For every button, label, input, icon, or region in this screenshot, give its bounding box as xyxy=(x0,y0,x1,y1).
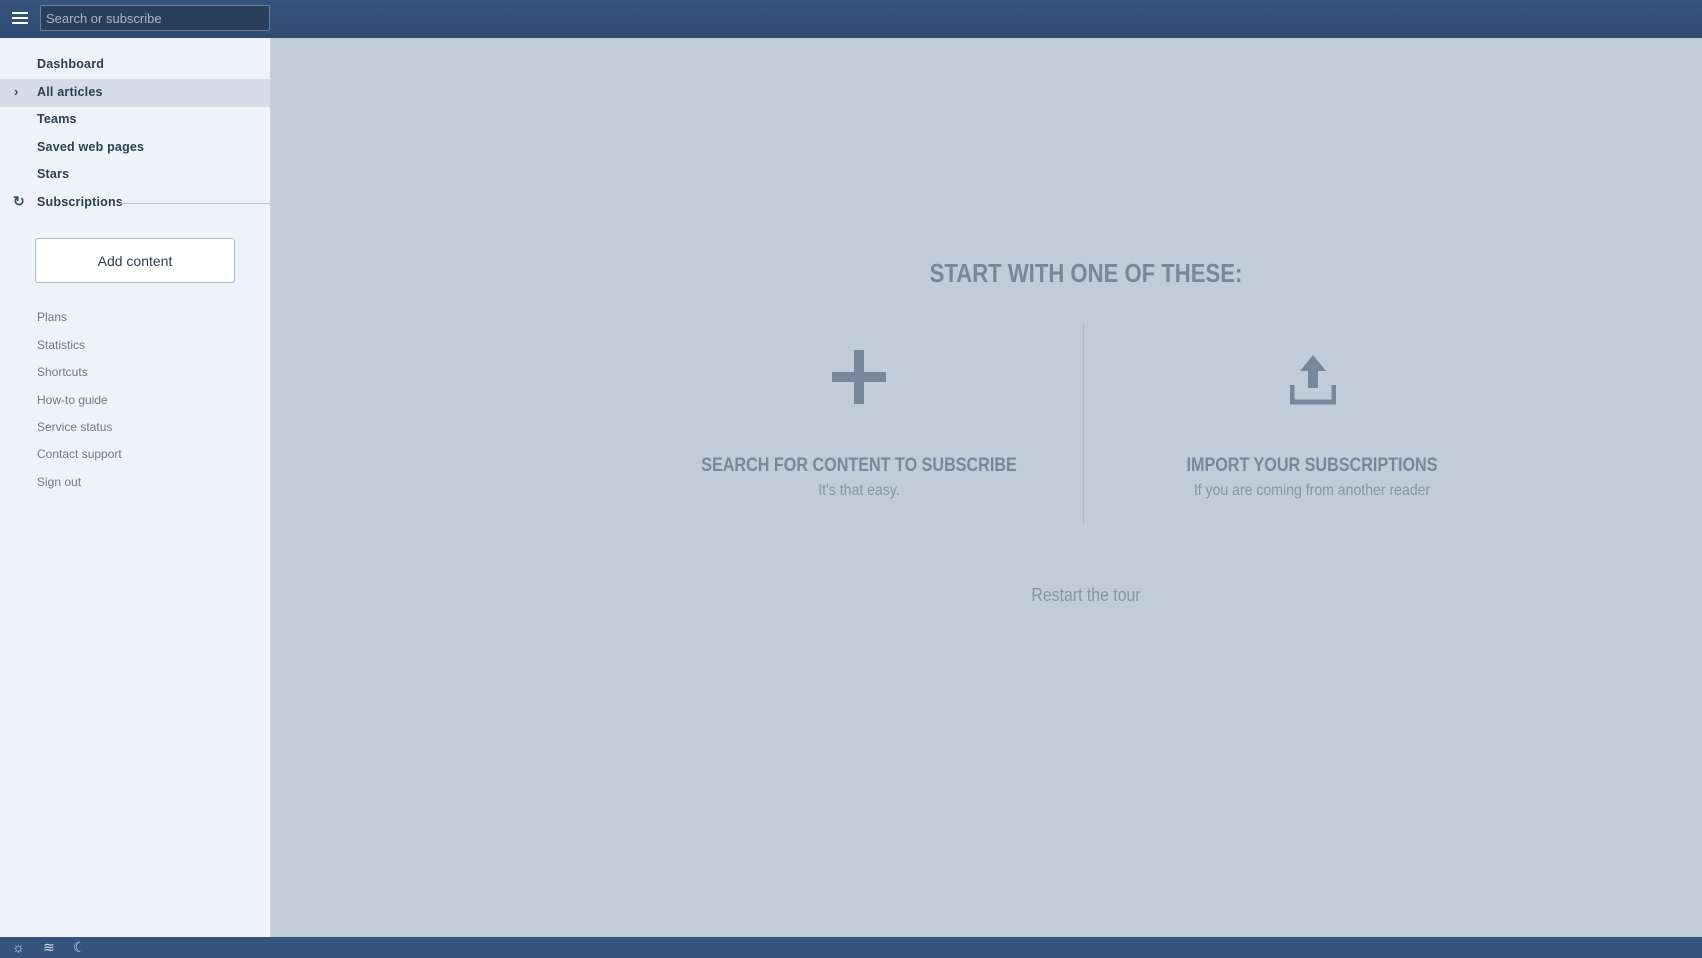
plus-icon[interactable] xyxy=(832,350,886,404)
sidebar-item-teams[interactable]: Teams xyxy=(0,106,270,134)
sidebar-item-label: Dashboard xyxy=(37,57,105,71)
wave-icon[interactable]: ≋ xyxy=(43,939,55,956)
top-bar xyxy=(0,0,1702,38)
sun-icon[interactable]: ☼ xyxy=(12,939,25,955)
chevron-right-icon[interactable]: › xyxy=(14,84,19,99)
divider xyxy=(120,203,270,204)
sidebar-item-saved-web-pages[interactable]: Saved web pages xyxy=(0,134,270,162)
link-contact-support[interactable]: Contact support xyxy=(37,447,122,461)
link-service-status[interactable]: Service status xyxy=(37,420,112,434)
import-subscriptions-option-subtitle: If you are coming from another reader xyxy=(1193,482,1431,499)
link-shortcuts[interactable]: Shortcuts xyxy=(37,365,88,379)
search-content-option-subtitle: It's that easy. xyxy=(818,482,900,499)
link-sign-out[interactable]: Sign out xyxy=(37,475,81,489)
search-input[interactable] xyxy=(40,5,270,31)
link-plans[interactable]: Plans xyxy=(37,310,67,324)
import-subscriptions-option-title[interactable]: IMPORT YOUR SUBSCRIPTIONS xyxy=(1125,455,1499,477)
upload-icon[interactable] xyxy=(1290,355,1336,405)
add-content-button[interactable]: Add content xyxy=(35,238,235,283)
option-divider xyxy=(1083,322,1084,525)
sidebar-item-all-articles[interactable]: › All articles xyxy=(0,79,270,107)
link-how-to-guide[interactable]: How-to guide xyxy=(37,393,108,407)
sidebar-item-subscriptions[interactable]: ↻ Subscriptions xyxy=(0,189,270,217)
sidebar-item-dashboard[interactable]: Dashboard xyxy=(0,51,270,79)
search-content-option-title[interactable]: SEARCH FOR CONTENT TO SUBSCRIBE xyxy=(672,455,1046,477)
sidebar-item-label: Subscriptions xyxy=(37,195,123,209)
moon-icon[interactable]: ☾ xyxy=(73,939,86,956)
sidebar: Dashboard › All articles Teams Saved web… xyxy=(0,38,271,937)
sidebar-item-label: Teams xyxy=(37,112,77,126)
sidebar-item-label: All articles xyxy=(37,85,103,99)
link-statistics[interactable]: Statistics xyxy=(37,338,85,352)
hamburger-menu-icon[interactable] xyxy=(10,9,30,29)
bottom-bar: ☼ ≋ ☾ xyxy=(0,937,1702,958)
sidebar-item-label: Stars xyxy=(37,167,70,181)
restart-tour-link[interactable]: Restart the tour xyxy=(922,585,1249,606)
refresh-icon[interactable]: ↻ xyxy=(13,193,25,210)
page-title: START WITH ONE OF THESE: xyxy=(929,258,1243,288)
sidebar-item-label: Saved web pages xyxy=(37,140,145,154)
sidebar-item-stars[interactable]: Stars xyxy=(0,161,270,189)
